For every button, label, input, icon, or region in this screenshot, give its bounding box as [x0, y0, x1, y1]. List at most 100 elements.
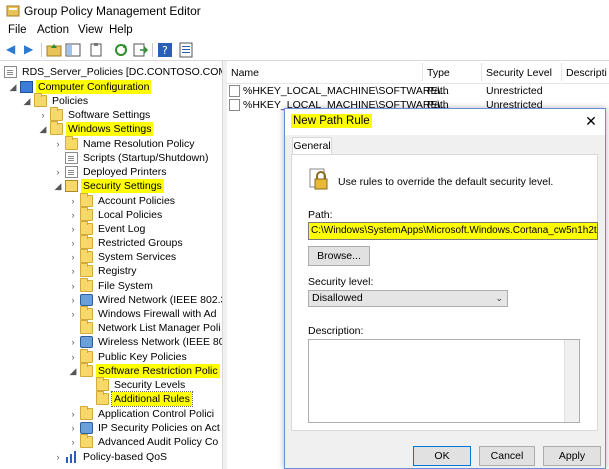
collapse-chevron-icon[interactable]: ◢	[38, 123, 48, 135]
folder-icon	[80, 349, 93, 363]
cancel-button[interactable]: Cancel	[479, 446, 535, 466]
clipboard-icon[interactable]	[88, 42, 104, 58]
folder-icon	[50, 107, 63, 121]
expand-chevron-icon[interactable]: ›	[68, 308, 78, 320]
expand-chevron-icon[interactable]: ›	[68, 223, 78, 235]
ok-button[interactable]: OK	[413, 446, 471, 466]
expand-chevron-icon[interactable]: ›	[68, 237, 78, 249]
dialog-title: New Path Rule	[291, 114, 372, 128]
security-icon	[65, 180, 78, 192]
expand-chevron-icon[interactable]: ›	[53, 166, 63, 178]
collapse-chevron-icon[interactable]: ◢	[22, 95, 32, 107]
expand-chevron-icon[interactable]: ›	[53, 138, 63, 150]
collapse-chevron-icon[interactable]: ◢	[53, 180, 63, 192]
collapse-chevron-icon[interactable]: ◢	[8, 81, 18, 93]
shield-icon	[80, 422, 93, 434]
collapse-chevron-icon[interactable]: ◢	[68, 365, 78, 377]
folder-icon	[50, 121, 63, 135]
forward-arrow-icon[interactable]	[22, 42, 38, 58]
refresh-icon[interactable]	[113, 42, 129, 58]
computer-icon	[20, 81, 33, 93]
folder-icon	[80, 193, 93, 207]
expand-chevron-icon[interactable]: ›	[68, 280, 78, 292]
expand-chevron-icon[interactable]: ›	[68, 294, 78, 306]
menu-file[interactable]: File	[8, 24, 27, 36]
expand-chevron-icon[interactable]: ›	[38, 109, 48, 121]
path-label: Path:	[308, 209, 333, 221]
script-icon	[65, 152, 78, 164]
lock-icon	[308, 167, 330, 191]
folder-icon	[80, 406, 93, 420]
properties-icon[interactable]	[178, 42, 194, 58]
expand-chevron-icon[interactable]: ›	[68, 422, 78, 434]
printer-icon	[65, 166, 78, 178]
tab-general[interactable]: General	[292, 137, 332, 155]
chart-icon	[65, 451, 78, 463]
expand-chevron-icon[interactable]: ›	[53, 451, 63, 463]
new-path-rule-dialog: New Path Rule ✕ General Use rules to ove…	[284, 108, 606, 469]
export-list-icon[interactable]	[132, 42, 149, 58]
folder-open-icon	[96, 391, 109, 405]
folder-icon	[80, 434, 93, 448]
list-header: Name Type Security Level Descripti	[227, 61, 609, 84]
description-textarea[interactable]	[308, 339, 580, 423]
network-icon	[80, 294, 93, 306]
folder-icon	[96, 377, 109, 391]
expand-chevron-icon[interactable]: ›	[68, 209, 78, 221]
folder-icon	[65, 136, 78, 150]
folder-icon	[80, 221, 93, 235]
column-description[interactable]: Descripti	[566, 67, 607, 79]
title-bar: Group Policy Management Editor	[0, 0, 609, 23]
window-title: Group Policy Management Editor	[24, 4, 201, 18]
apply-button[interactable]: Apply	[543, 446, 601, 466]
scrollbar[interactable]	[564, 340, 579, 422]
dialog-title-bar: New Path Rule ✕	[285, 109, 605, 135]
expand-chevron-icon[interactable]: ›	[68, 408, 78, 420]
svg-text:?: ?	[162, 44, 168, 57]
column-type[interactable]: Type	[427, 67, 450, 79]
folder-icon	[80, 235, 93, 249]
general-tab-panel: Use rules to override the default securi…	[291, 154, 598, 431]
menu-action[interactable]: Action	[37, 24, 69, 36]
folder-icon	[80, 207, 93, 221]
back-arrow-icon[interactable]	[4, 42, 20, 58]
network-icon	[80, 336, 93, 348]
app-icon	[6, 4, 20, 18]
pane-splitter[interactable]	[222, 61, 227, 469]
column-name[interactable]: Name	[231, 67, 259, 79]
chevron-down-icon: ⌄	[495, 293, 503, 303]
folder-icon	[80, 249, 93, 263]
gpo-icon	[4, 66, 17, 78]
expand-chevron-icon[interactable]: ›	[68, 251, 78, 263]
folder-icon	[80, 278, 93, 292]
registry-rule-icon	[229, 99, 240, 111]
show-hide-tree-icon[interactable]	[65, 42, 81, 58]
folder-icon	[80, 306, 93, 320]
security-level-select[interactable]: Disallowed ⌄	[308, 290, 508, 307]
folder-icon	[80, 263, 93, 277]
folder-icon	[80, 320, 93, 334]
folder-icon	[34, 93, 47, 107]
expand-chevron-icon[interactable]: ›	[68, 436, 78, 448]
expand-chevron-icon[interactable]: ›	[68, 336, 78, 348]
menu-bar: File Action View Help	[0, 22, 609, 40]
browse-button[interactable]: Browse...	[308, 246, 370, 266]
info-text: Use rules to override the default securi…	[338, 176, 554, 188]
close-icon[interactable]: ✕	[583, 113, 599, 129]
menu-help[interactable]: Help	[109, 24, 133, 36]
help-icon[interactable]: ?	[157, 42, 173, 58]
security-level-label: Security level:	[308, 276, 374, 288]
navigation-tree: RDS_Server_Policies [DC.CONTOSO.COM] P ◢…	[0, 61, 222, 469]
expand-chevron-icon[interactable]: ›	[68, 195, 78, 207]
menu-view[interactable]: View	[78, 24, 103, 36]
column-security-level[interactable]: Security Level	[486, 67, 552, 79]
registry-rule-icon	[229, 85, 240, 97]
path-input[interactable]: C:\Windows\SystemApps\Microsoft.Windows.…	[308, 222, 598, 240]
list-item[interactable]: %HKEY_LOCAL_MACHINE\SOFTWARE\... Path Un…	[227, 84, 609, 98]
toolbar: ?	[0, 40, 609, 61]
expand-chevron-icon[interactable]: ›	[68, 351, 78, 363]
expand-chevron-icon[interactable]: ›	[68, 265, 78, 277]
description-label: Description:	[308, 325, 364, 337]
folder-icon	[80, 363, 93, 377]
up-folder-icon[interactable]	[46, 42, 62, 58]
